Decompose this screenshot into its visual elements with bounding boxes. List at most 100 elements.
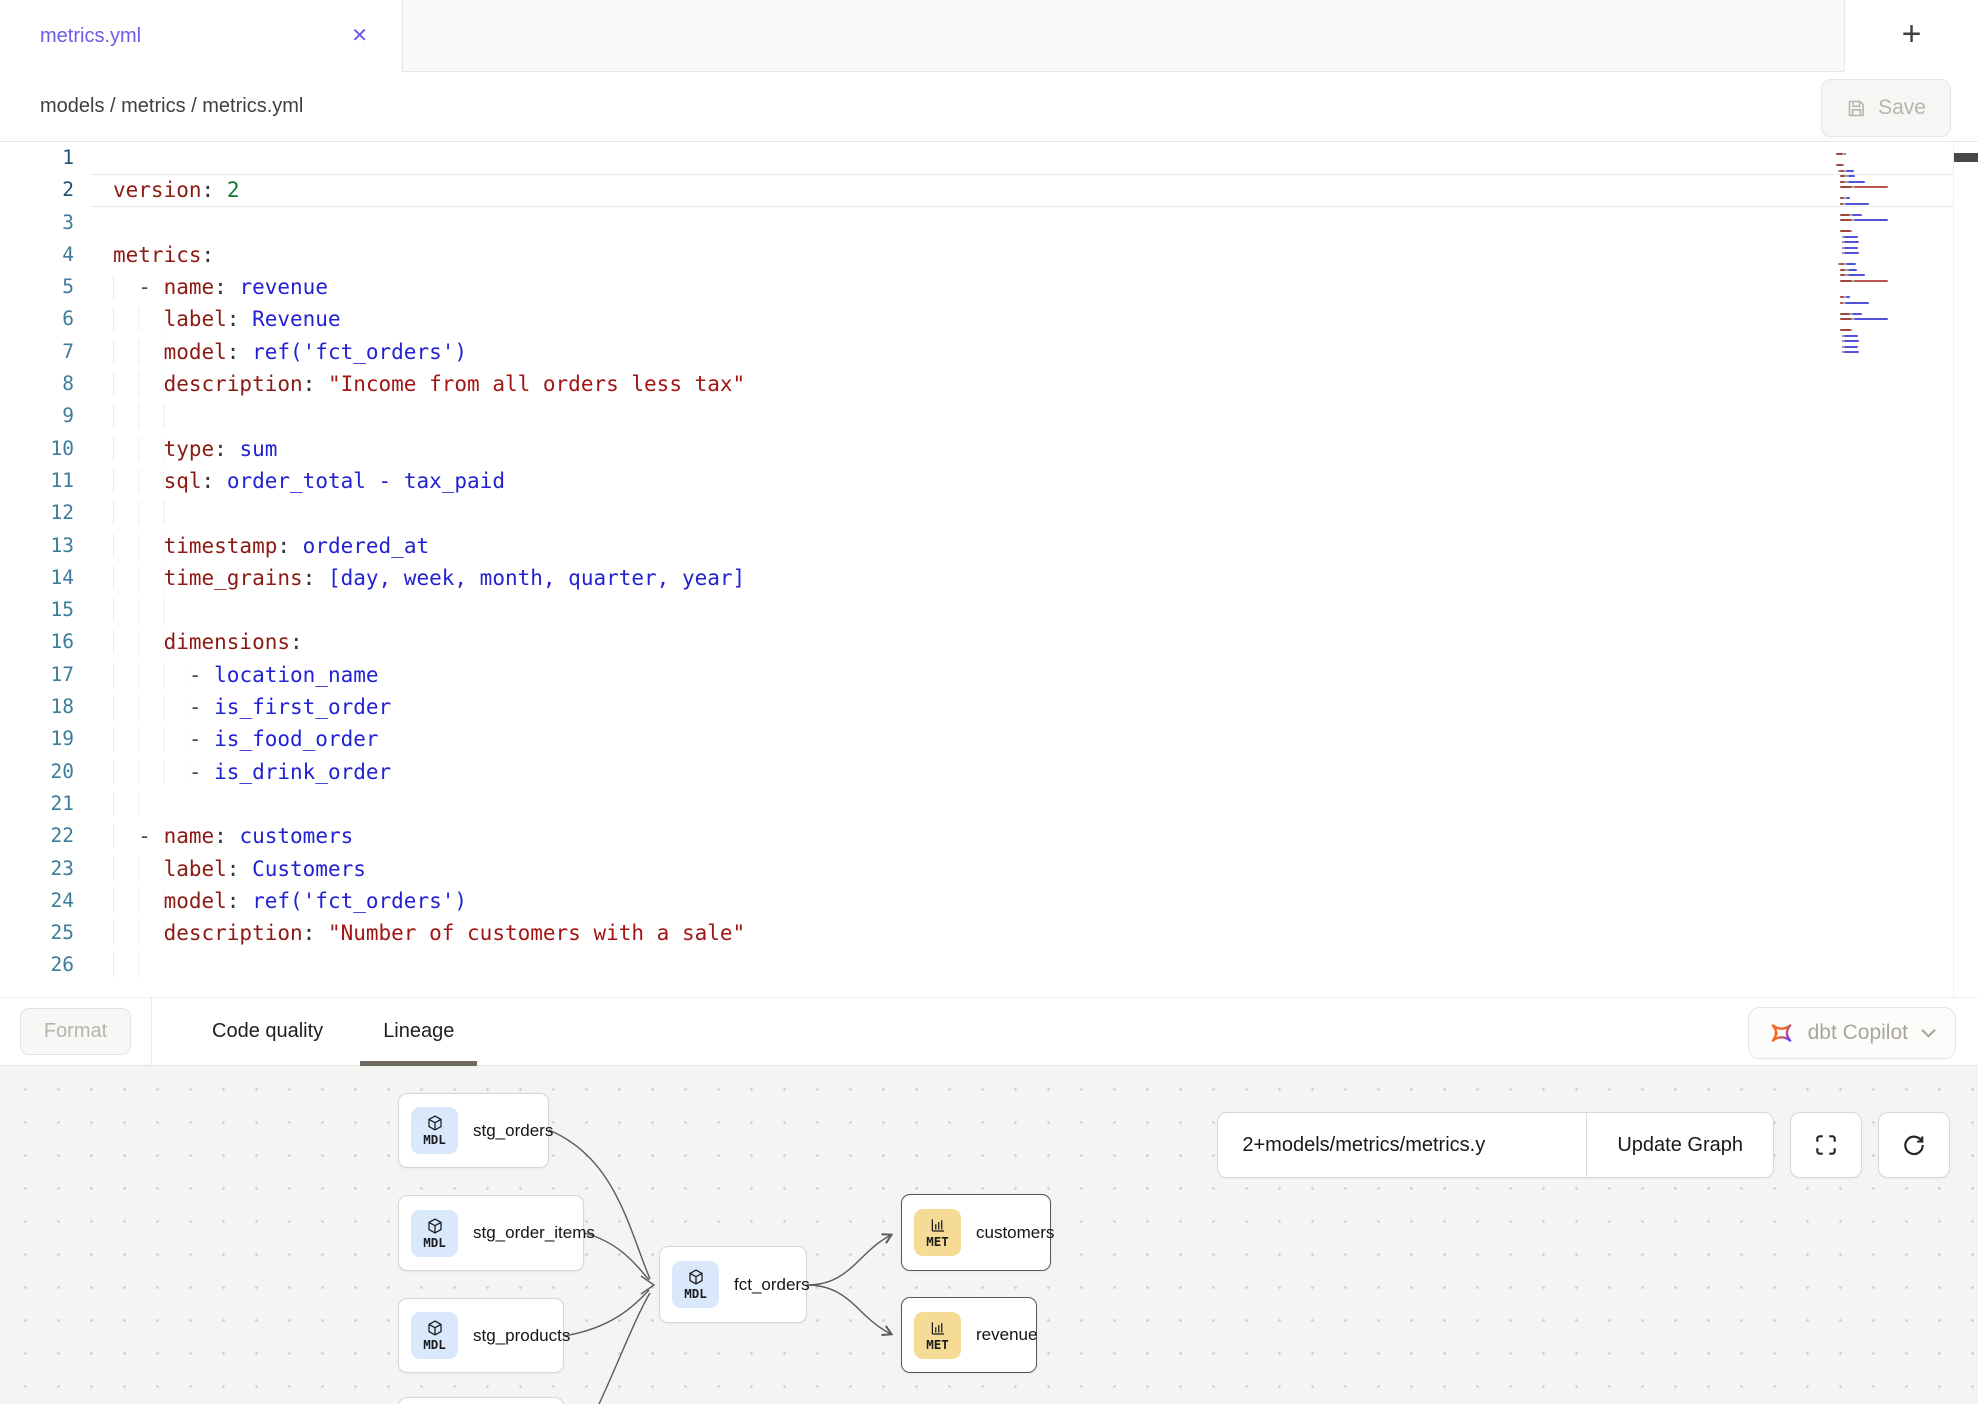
code-line-content[interactable]: [90, 207, 1953, 239]
new-tab-button[interactable]: +: [1844, 0, 1978, 71]
code-line-16[interactable]: 16 dimensions:: [0, 626, 1978, 658]
code-line-content[interactable]: [90, 594, 1953, 626]
tab-metrics-yml[interactable]: metrics.yml ✕: [0, 0, 402, 72]
fullscreen-button[interactable]: [1790, 1112, 1862, 1178]
code-line-25[interactable]: 25 description: "Number of customers wit…: [0, 917, 1978, 949]
code-line-content[interactable]: type: sum: [90, 433, 1953, 465]
node-label: stg_products: [473, 1326, 570, 1346]
save-button[interactable]: Save: [1821, 79, 1951, 137]
lineage-node-customers[interactable]: METcustomers: [901, 1194, 1051, 1271]
code-line-13[interactable]: 13 timestamp: ordered_at: [0, 530, 1978, 562]
metric-badge: MET: [914, 1312, 961, 1359]
code-line-content[interactable]: description: "Income from all orders les…: [90, 368, 1953, 400]
lineage-filter-input[interactable]: [1218, 1113, 1586, 1177]
code-line-15[interactable]: 15: [0, 594, 1978, 626]
refresh-button[interactable]: [1878, 1112, 1950, 1178]
lineage-node-stg_order_items[interactable]: MDLstg_order_items: [398, 1195, 584, 1271]
code-line-content[interactable]: - location_name: [90, 659, 1953, 691]
line-number: 10: [0, 433, 90, 465]
tab-code-quality[interactable]: Code quality: [212, 998, 323, 1065]
save-icon: [1846, 98, 1867, 119]
code-line-2[interactable]: 2version: 2: [0, 174, 1978, 206]
code-line-21[interactable]: 21: [0, 788, 1978, 820]
breadcrumb-row: models / metrics / metrics.yml Save: [0, 72, 1978, 142]
code-line-19[interactable]: 19 - is_food_order: [0, 723, 1978, 755]
lineage-node-revenue[interactable]: MET revenue: [901, 1297, 1037, 1373]
code-line-20[interactable]: 20 - is_drink_order: [0, 756, 1978, 788]
lineage-node-stg_products[interactable]: MDLstg_products: [398, 1298, 564, 1373]
code-line-23[interactable]: 23 label: Customers: [0, 853, 1978, 885]
lineage-node-partial_node[interactable]: [398, 1397, 564, 1404]
scrollbar-track[interactable]: [1953, 142, 1954, 997]
code-line-content[interactable]: timestamp: ordered_at: [90, 530, 1953, 562]
code-line-26[interactable]: 26: [0, 949, 1978, 981]
line-number: 4: [0, 239, 90, 271]
code-line-content[interactable]: - name: customers: [90, 820, 1953, 852]
panel-toolbar: Format Code quality Lineage dbt Copilot: [0, 997, 1978, 1066]
code-line-content[interactable]: model: ref('fct_orders'): [90, 336, 1953, 368]
code-line-9[interactable]: 9: [0, 400, 1978, 432]
code-line-12[interactable]: 12: [0, 497, 1978, 529]
code-line-content[interactable]: label: Revenue: [90, 303, 1953, 335]
code-line-content[interactable]: - name: revenue: [90, 271, 1953, 303]
format-button[interactable]: Format: [20, 1008, 131, 1055]
node-label: customers: [976, 1223, 1054, 1243]
code-line-content[interactable]: metrics:: [90, 239, 1953, 271]
code-line-content[interactable]: [90, 497, 1953, 529]
code-line-content[interactable]: label: Customers: [90, 853, 1953, 885]
node-label: revenue: [976, 1325, 1037, 1345]
line-number: 7: [0, 336, 90, 368]
code-line-content[interactable]: [90, 142, 1953, 174]
code-line-content[interactable]: - is_first_order: [90, 691, 1953, 723]
code-line-18[interactable]: 18 - is_first_order: [0, 691, 1978, 723]
save-label: Save: [1878, 96, 1926, 120]
line-number: 1: [0, 142, 90, 174]
code-line-14[interactable]: 14 time_grains: [day, week, month, quart…: [0, 562, 1978, 594]
code-line-17[interactable]: 17 - location_name: [0, 659, 1978, 691]
code-line-7[interactable]: 7 model: ref('fct_orders'): [0, 336, 1978, 368]
code-line-content[interactable]: model: ref('fct_orders'): [90, 885, 1953, 917]
scrollbar-thumb[interactable]: [1954, 153, 1978, 162]
code-line-8[interactable]: 8 description: "Income from all orders l…: [0, 368, 1978, 400]
code-area[interactable]: 12version: 234metrics:5 - name: revenue6…: [0, 142, 1978, 982]
line-number: 17: [0, 659, 90, 691]
line-number: 14: [0, 562, 90, 594]
code-line-content[interactable]: time_grains: [day, week, month, quarter,…: [90, 562, 1953, 594]
line-number: 15: [0, 594, 90, 626]
code-line-1[interactable]: 1: [0, 142, 1978, 174]
model-badge: MDL: [411, 1312, 458, 1359]
code-line-content[interactable]: - is_food_order: [90, 723, 1953, 755]
code-line-24[interactable]: 24 model: ref('fct_orders'): [0, 885, 1978, 917]
code-line-content[interactable]: version: 2: [90, 174, 1953, 206]
line-number: 5: [0, 271, 90, 303]
minimap[interactable]: [1836, 146, 1948, 355]
line-number: 25: [0, 917, 90, 949]
code-line-4[interactable]: 4metrics:: [0, 239, 1978, 271]
code-line-content[interactable]: [90, 949, 1953, 981]
line-number: 2: [0, 174, 90, 206]
code-line-content[interactable]: - is_drink_order: [90, 756, 1953, 788]
code-line-10[interactable]: 10 type: sum: [0, 433, 1978, 465]
code-line-22[interactable]: 22 - name: customers: [0, 820, 1978, 852]
code-line-5[interactable]: 5 - name: revenue: [0, 271, 1978, 303]
line-number: 6: [0, 303, 90, 335]
lineage-node-stg_orders[interactable]: MDLstg_orders: [398, 1093, 549, 1168]
code-line-3[interactable]: 3: [0, 207, 1978, 239]
code-editor[interactable]: 12version: 234metrics:5 - name: revenue6…: [0, 142, 1978, 997]
dbt-copilot-button[interactable]: dbt Copilot: [1748, 1007, 1956, 1059]
update-graph-button[interactable]: Update Graph: [1586, 1113, 1773, 1177]
code-line-content[interactable]: [90, 788, 1953, 820]
code-line-content[interactable]: [90, 400, 1953, 432]
code-line-content[interactable]: sql: order_total - tax_paid: [90, 465, 1953, 497]
format-section: Format: [0, 998, 152, 1065]
code-line-content[interactable]: description: "Number of customers with a…: [90, 917, 1953, 949]
tab-lineage[interactable]: Lineage: [383, 998, 454, 1065]
lineage-canvas[interactable]: MDLstg_ordersMDLstg_order_itemsMDLstg_pr…: [0, 1066, 1978, 1404]
lineage-node-fct_orders[interactable]: MDLfct_orders: [659, 1246, 807, 1323]
code-line-6[interactable]: 6 label: Revenue: [0, 303, 1978, 335]
code-line-11[interactable]: 11 sql: order_total - tax_paid: [0, 465, 1978, 497]
chevron-down-icon: [1921, 1028, 1936, 1038]
line-number: 21: [0, 788, 90, 820]
close-icon[interactable]: ✕: [351, 26, 368, 46]
code-line-content[interactable]: dimensions:: [90, 626, 1953, 658]
